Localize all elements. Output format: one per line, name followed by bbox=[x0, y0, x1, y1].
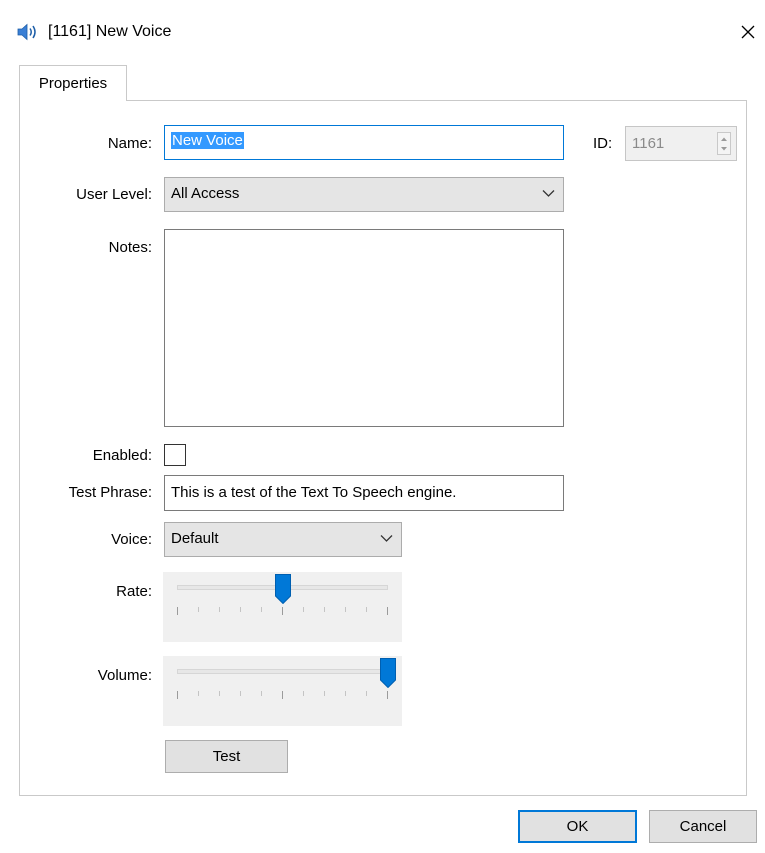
dialog-window: [1161] New Voice Properties Name: New Vo… bbox=[0, 0, 765, 853]
slider-tick bbox=[366, 691, 367, 696]
user-level-select[interactable]: All Access bbox=[164, 177, 564, 212]
slider-tick bbox=[345, 691, 346, 696]
chevron-down-icon bbox=[542, 190, 555, 197]
slider-tick bbox=[345, 607, 346, 612]
slider-tick bbox=[324, 607, 325, 612]
slider-tick bbox=[219, 607, 220, 612]
rate-slider-thumb[interactable] bbox=[274, 574, 291, 604]
slider-tick bbox=[198, 691, 199, 696]
slider-tick bbox=[366, 607, 367, 612]
slider-tick bbox=[282, 691, 283, 699]
volume-slider-thumb[interactable] bbox=[380, 658, 396, 688]
speaker-icon bbox=[17, 23, 39, 41]
test-phrase-input[interactable]: This is a test of the Text To Speech eng… bbox=[164, 475, 564, 511]
slider-tick bbox=[198, 607, 199, 612]
ok-button[interactable]: OK bbox=[518, 810, 637, 843]
user-level-label: User Level: bbox=[76, 186, 152, 203]
name-label: Name: bbox=[107, 135, 152, 152]
user-level-value: All Access bbox=[171, 185, 240, 202]
ok-button-label: OK bbox=[566, 817, 589, 835]
slider-tick bbox=[387, 691, 388, 699]
volume-label: Volume: bbox=[97, 667, 152, 684]
slider-tick bbox=[177, 607, 178, 615]
spin-up-icon bbox=[721, 137, 727, 141]
voice-label: Voice: bbox=[111, 531, 152, 548]
slider-tick bbox=[387, 607, 388, 615]
slider-tick bbox=[282, 607, 283, 615]
close-button[interactable] bbox=[733, 14, 763, 50]
slider-tick bbox=[219, 691, 220, 696]
id-value: 1161 bbox=[632, 135, 665, 152]
slider-tick bbox=[240, 691, 241, 696]
slider-tick bbox=[261, 607, 262, 612]
enabled-label: Enabled: bbox=[92, 447, 152, 464]
slider-tick bbox=[261, 691, 262, 696]
test-phrase-label: Test Phrase: bbox=[68, 484, 152, 501]
slider-tick bbox=[303, 691, 304, 696]
id-field: 1161 bbox=[625, 126, 737, 161]
voice-value: Default bbox=[171, 530, 219, 547]
volume-slider[interactable] bbox=[163, 656, 402, 726]
cancel-button[interactable]: Cancel bbox=[649, 810, 757, 843]
rate-label: Rate: bbox=[116, 583, 152, 600]
chevron-down-icon bbox=[380, 535, 393, 542]
test-button-label: Test bbox=[212, 747, 241, 765]
tab-properties-label: Properties bbox=[38, 75, 108, 92]
cancel-button-label: Cancel bbox=[679, 817, 727, 835]
id-label: ID: bbox=[593, 135, 613, 152]
slider-tick bbox=[324, 691, 325, 696]
voice-select[interactable]: Default bbox=[164, 522, 402, 557]
notes-textarea[interactable] bbox=[164, 229, 564, 427]
slider-tick bbox=[240, 607, 241, 612]
rate-slider[interactable] bbox=[163, 572, 402, 642]
slider-tick bbox=[177, 691, 178, 699]
close-icon bbox=[741, 25, 755, 39]
test-phrase-value: This is a test of the Text To Speech eng… bbox=[171, 484, 457, 501]
tab-properties[interactable]: Properties bbox=[19, 65, 127, 101]
title-bar: [1161] New Voice bbox=[0, 0, 765, 63]
id-spinner bbox=[717, 132, 731, 155]
name-input-value: New Voice bbox=[171, 132, 244, 149]
window-title: [1161] New Voice bbox=[48, 23, 172, 40]
enabled-checkbox[interactable] bbox=[164, 444, 186, 466]
spin-down-icon bbox=[721, 147, 727, 151]
notes-label: Notes: bbox=[108, 239, 152, 256]
volume-slider-track bbox=[177, 669, 388, 674]
name-input[interactable]: New Voice bbox=[164, 125, 564, 160]
test-button[interactable]: Test bbox=[165, 740, 288, 773]
slider-tick bbox=[303, 607, 304, 612]
